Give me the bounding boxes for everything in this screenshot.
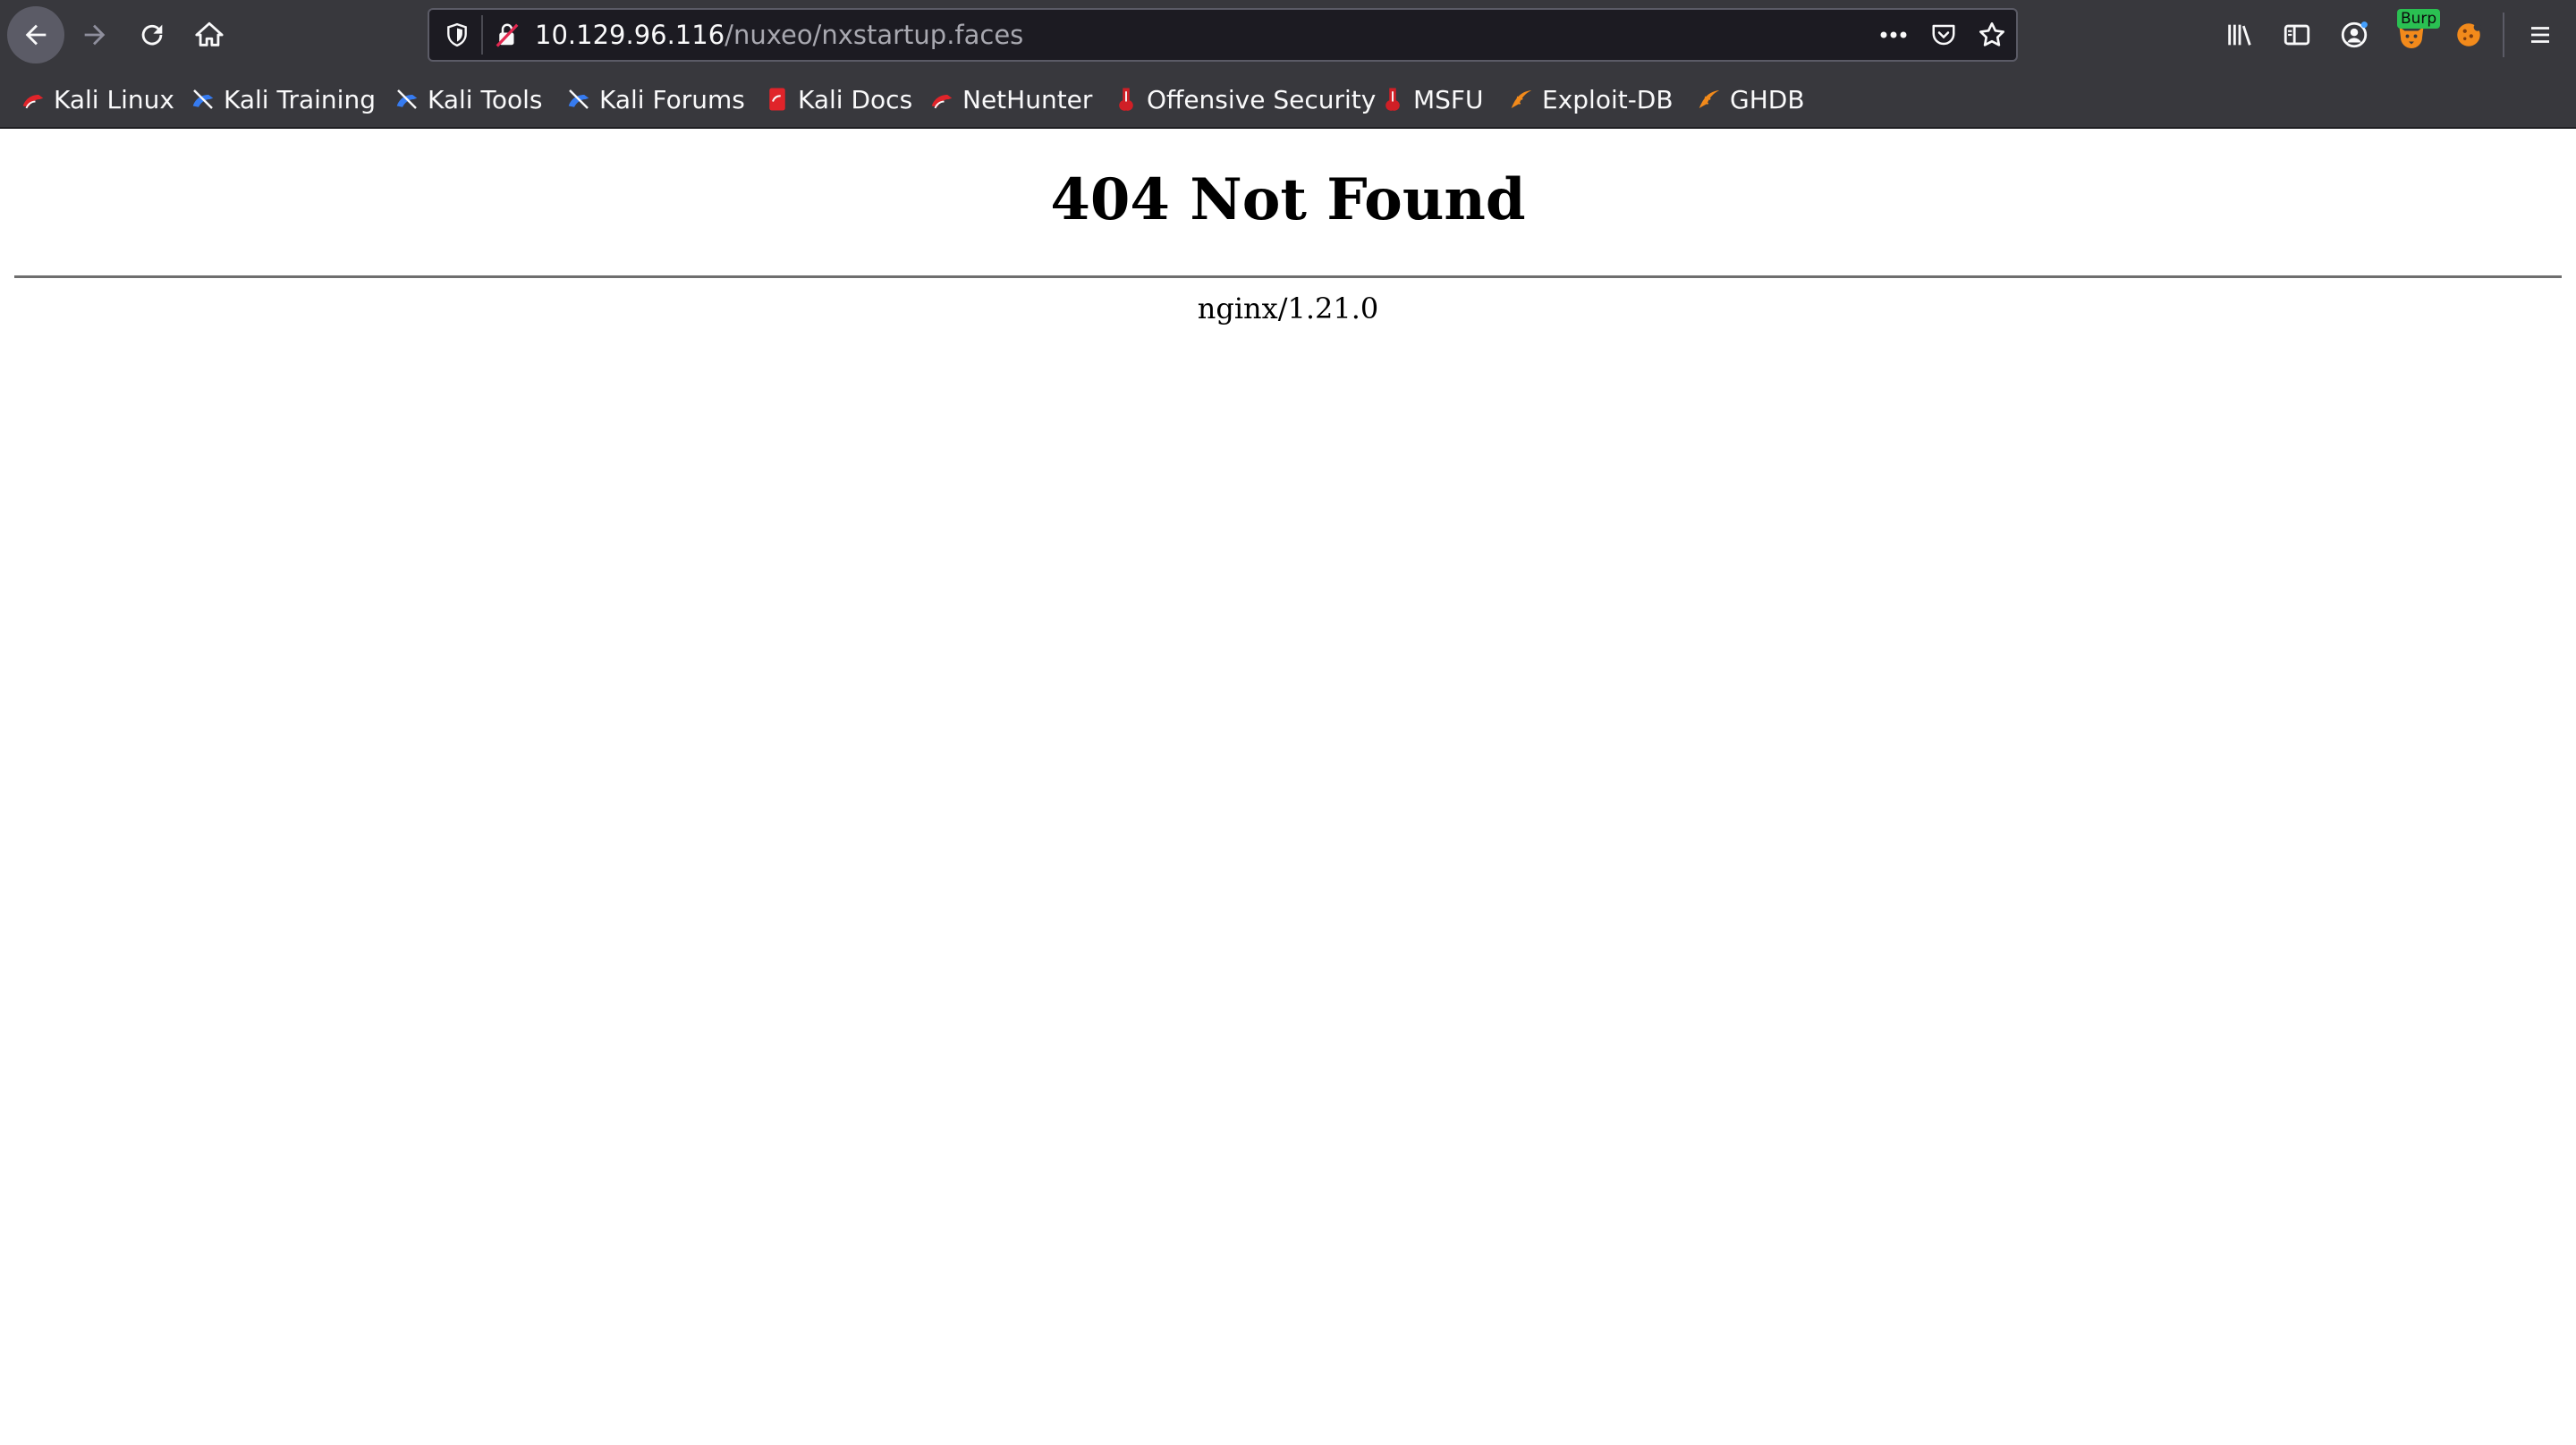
bookmark-kali-docs[interactable]: Kali Docs — [764, 70, 912, 129]
kali-dragon-icon — [20, 86, 47, 113]
library-button[interactable] — [2211, 5, 2268, 64]
sidebar-icon — [2282, 20, 2312, 50]
sidebar-button[interactable] — [2268, 5, 2326, 64]
cookie-extension-button[interactable] — [2440, 5, 2497, 64]
pocket-icon[interactable] — [1921, 10, 1966, 60]
urlbar-separator — [481, 15, 483, 55]
kali-tools-icon — [394, 86, 420, 113]
offsec-icon — [1113, 86, 1140, 113]
library-icon — [2224, 20, 2255, 50]
url-path: /nuxeo/nxstartup.faces — [724, 20, 1024, 50]
bookmark-ghdb[interactable]: GHDB — [1696, 70, 1805, 129]
url-bar[interactable]: 10.129.96.116/nuxeo/nxstartup.faces — [428, 8, 2018, 62]
account-button[interactable] — [2326, 5, 2383, 64]
kali-training-icon — [190, 86, 216, 113]
kali-forums-icon — [565, 86, 592, 113]
back-arrow-icon — [21, 20, 51, 50]
bookmark-kali-training[interactable]: Kali Training — [190, 70, 376, 129]
bookmark-msfu[interactable]: MSFU — [1379, 70, 1484, 129]
ghdb-icon — [1696, 86, 1723, 113]
burp-badge: Burp — [2397, 9, 2441, 29]
insecure-connection-icon[interactable] — [485, 10, 530, 60]
bookmark-offensive-security[interactable]: Offensive Security — [1113, 70, 1376, 129]
forward-button[interactable] — [66, 5, 123, 64]
hamburger-menu-icon — [2527, 21, 2554, 48]
tracking-protection-shield-icon[interactable] — [435, 10, 479, 60]
horizontal-rule — [14, 275, 2562, 278]
exploitdb-icon — [1508, 86, 1535, 113]
bookmark-kali-forums[interactable]: Kali Forums — [565, 70, 745, 129]
url-text[interactable]: 10.129.96.116/nuxeo/nxstartup.faces — [535, 10, 1023, 60]
bookmarks-toolbar: Kali Linux Kali Training Kali Tools Kali… — [0, 70, 2576, 129]
nethunter-icon — [928, 86, 955, 113]
forward-arrow-icon — [80, 20, 110, 50]
error-heading: 404 Not Found — [1050, 166, 1526, 233]
navigation-toolbar: 10.129.96.116/nuxeo/nxstartup.faces Burp — [0, 0, 2576, 70]
url-host: 10.129.96.116 — [535, 20, 725, 50]
bookmark-kali-linux[interactable]: Kali Linux — [20, 70, 174, 129]
app-menu-button[interactable] — [2512, 5, 2569, 64]
bookmark-kali-tools[interactable]: Kali Tools — [394, 70, 542, 129]
bookmark-exploit-db[interactable]: Exploit-DB — [1508, 70, 1674, 129]
back-button[interactable] — [7, 6, 64, 63]
page-content: 404 Not Found nginx/1.21.0 — [0, 129, 2576, 1445]
account-icon — [2339, 20, 2369, 50]
cookie-extension-icon — [2453, 20, 2484, 50]
star-icon[interactable] — [1970, 10, 2014, 60]
home-button[interactable] — [181, 5, 238, 64]
kali-docs-icon — [764, 86, 791, 113]
bookmark-nethunter[interactable]: NetHunter — [928, 70, 1092, 129]
more-dots-icon[interactable] — [1871, 10, 1916, 60]
reload-icon — [137, 20, 167, 50]
home-icon — [194, 20, 225, 50]
toolbar-separator — [2503, 13, 2504, 57]
msfu-icon — [1379, 86, 1406, 113]
reload-button[interactable] — [123, 5, 181, 64]
server-signature: nginx/1.21.0 — [1197, 292, 1379, 325]
